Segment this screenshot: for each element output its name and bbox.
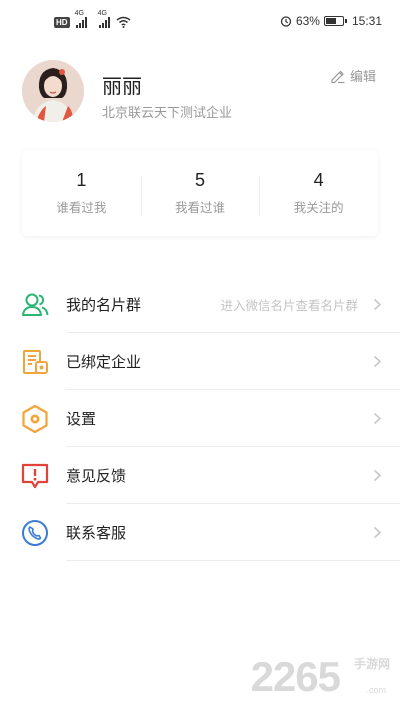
stat-label: 谁看过我: [56, 200, 107, 215]
stat-label: 我关注的: [293, 200, 344, 215]
network-type: 4G: [74, 10, 84, 17]
stat-value: 1: [76, 170, 87, 190]
contacts-icon: [22, 293, 49, 316]
stat-visited[interactable]: 5 我看过谁: [140, 170, 260, 216]
status-left: HD 4G 4G: [54, 10, 131, 28]
pencil-icon: [331, 70, 345, 83]
chevron-right-icon: [373, 526, 382, 539]
stat-label: 我看过谁: [175, 200, 226, 215]
network-type-2: 4G: [97, 10, 107, 17]
chevron-right-icon: [373, 298, 382, 311]
menu-item-label: 设置: [66, 410, 97, 428]
settings-icon: [22, 404, 48, 434]
stat-following[interactable]: 4 我关注的: [259, 170, 378, 216]
chevron-right-icon: [373, 355, 382, 368]
clock-time: 15:31: [351, 14, 382, 28]
battery-percent: 63%: [295, 14, 320, 28]
hd-badge: HD: [54, 16, 70, 28]
battery-fill: [325, 18, 336, 24]
watermark-number: 2265: [250, 653, 341, 700]
chevron-right-icon: [373, 469, 382, 482]
wifi-icon: [116, 16, 131, 28]
avatar-image: [22, 60, 84, 122]
status-right: 63% 15:31: [280, 14, 382, 28]
battery-icon: [323, 16, 347, 26]
enterprise-icon: [23, 350, 48, 374]
stat-visitors[interactable]: 1 谁看过我: [22, 170, 141, 216]
profile-name: 丽丽: [102, 74, 142, 98]
signal-icon: 4G: [75, 10, 87, 28]
avatar[interactable]: [22, 60, 84, 122]
watermark: 2265 手游网 .com: [251, 653, 392, 701]
menu-list: 我的名片群 进入微信名片查看名片群 已绑定企业 设置 意见反馈 联系客服: [0, 276, 400, 561]
alarm-icon: [280, 16, 292, 27]
menu-item-card-groups[interactable]: 我的名片群 进入微信名片查看名片群: [0, 276, 400, 333]
watermark-text: 手游网: [353, 657, 390, 671]
profile-company: 北京联云天下测试企业: [102, 106, 233, 121]
menu-item-customer-service[interactable]: 联系客服: [0, 504, 400, 561]
feedback-icon: [21, 463, 49, 489]
watermark-domain: .com: [366, 685, 386, 695]
stat-value: 4: [313, 170, 324, 190]
profile-header: 丽丽 北京联云天下测试企业 编辑: [22, 60, 382, 124]
menu-item-bound-enterprise[interactable]: 已绑定企业: [0, 333, 400, 390]
menu-item-label: 意见反馈: [66, 467, 127, 485]
menu-item-label: 联系客服: [66, 524, 127, 542]
menu-item-hint: 进入微信名片查看名片群: [220, 298, 358, 313]
edit-button[interactable]: 编辑: [330, 66, 376, 85]
menu-item-label: 已绑定企业: [66, 353, 142, 371]
signal-icon-2: 4G: [98, 10, 110, 28]
stat-value: 5: [195, 170, 206, 190]
edit-label: 编辑: [349, 70, 376, 85]
status-bar: HD 4G 4G 63% 15:31: [0, 0, 400, 48]
phone-icon: [22, 520, 48, 546]
stats-card: 1 谁看过我 5 我看过谁 4 我关注的: [22, 150, 378, 236]
menu-item-feedback[interactable]: 意见反馈: [0, 447, 400, 504]
menu-item-label: 我的名片群: [66, 296, 142, 314]
chevron-right-icon: [373, 412, 382, 425]
menu-item-settings[interactable]: 设置: [0, 390, 400, 447]
